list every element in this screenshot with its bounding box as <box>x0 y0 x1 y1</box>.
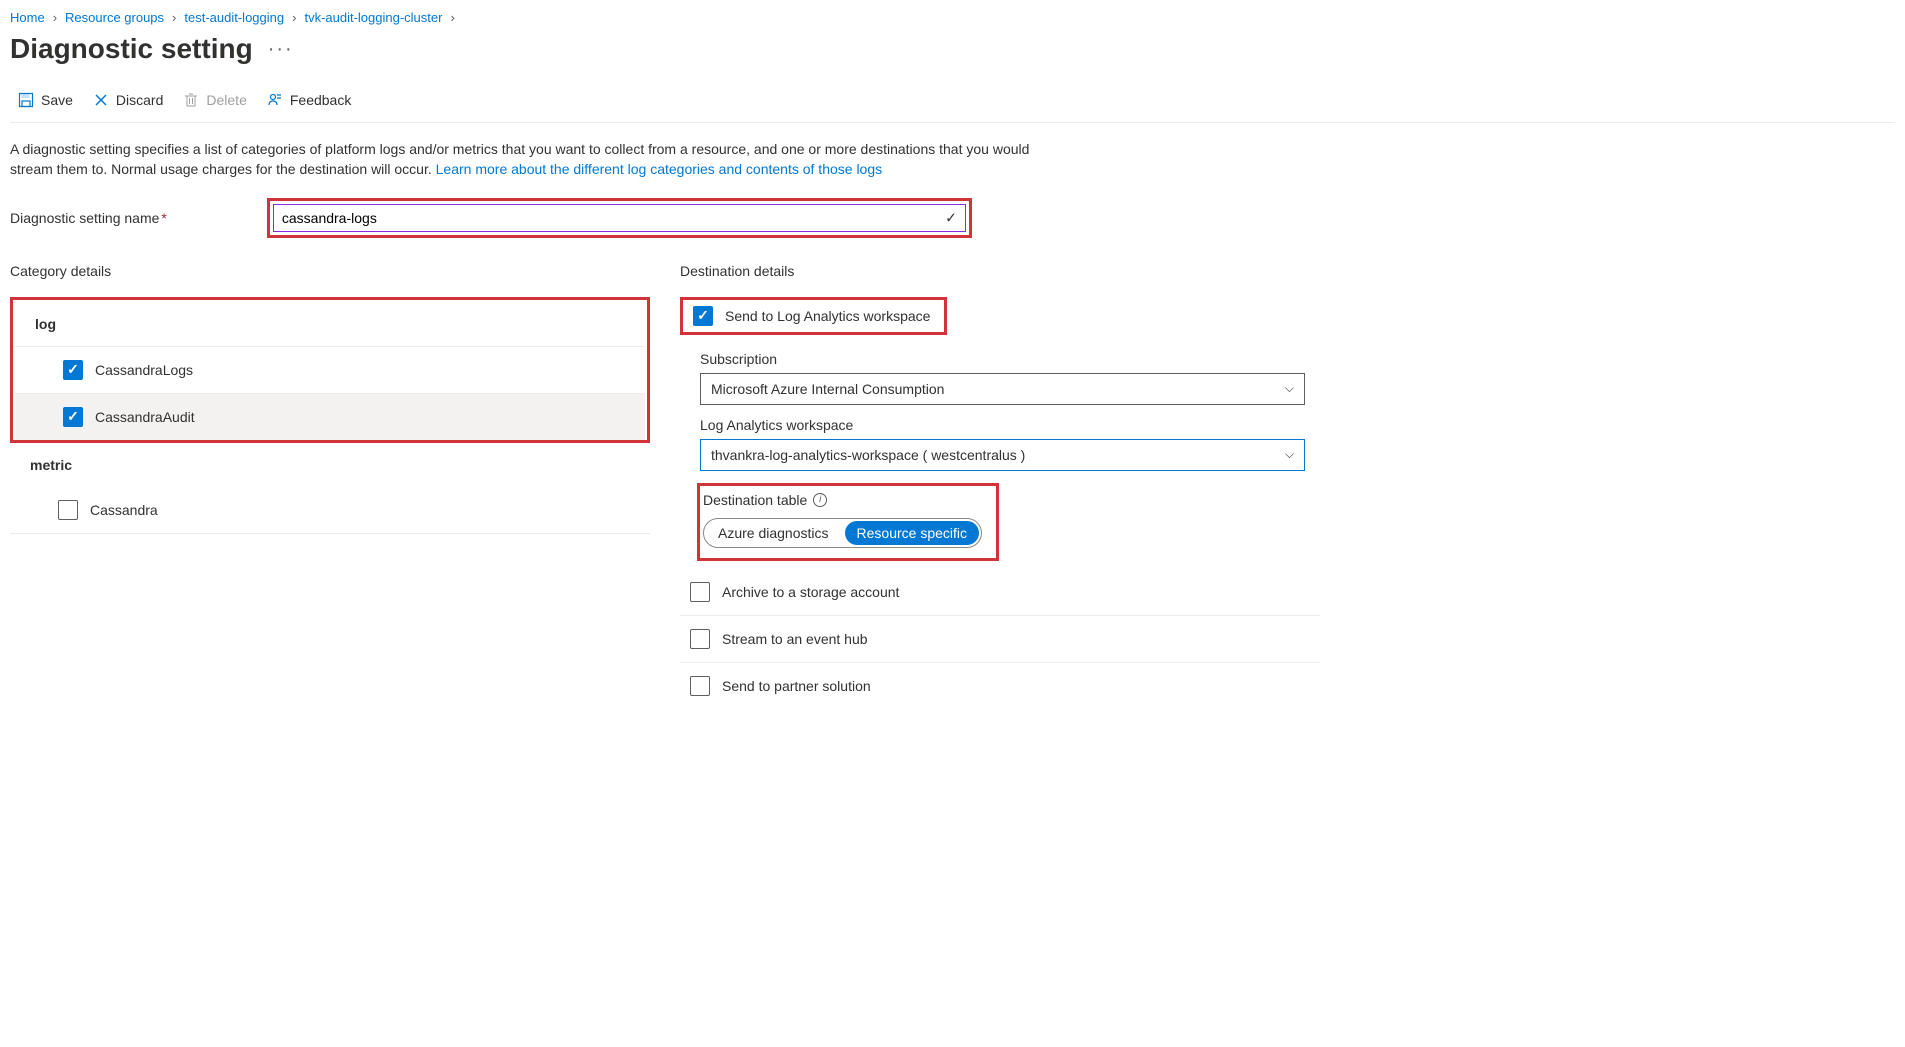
chevron-right-icon: › <box>292 10 296 25</box>
subscription-label: Subscription <box>700 351 1320 367</box>
checkbox-archive[interactable] <box>690 582 710 602</box>
chevron-down-icon: ⌵ <box>1285 381 1294 396</box>
archive-label: Archive to a storage account <box>722 584 899 600</box>
setting-name-label: Diagnostic setting name* <box>10 210 167 226</box>
page-title: Diagnostic setting <box>10 33 253 65</box>
metric-label: Cassandra <box>90 502 158 518</box>
send-law-label: Send to Log Analytics workspace <box>725 308 930 324</box>
checkbox-cassandraaudit[interactable] <box>63 407 83 427</box>
log-row-cassandralogs[interactable]: CassandraLogs <box>15 347 645 394</box>
pill-resource-specific[interactable]: Resource specific <box>845 521 980 545</box>
subscription-dropdown[interactable]: Microsoft Azure Internal Consumption ⌵ <box>700 373 1305 405</box>
checkbox-cassandra[interactable] <box>58 500 78 520</box>
checkbox-partner[interactable] <box>690 676 710 696</box>
delete-button: Delete <box>183 90 246 110</box>
checkbox-stream[interactable] <box>690 629 710 649</box>
breadcrumb: Home › Resource groups › test-audit-logg… <box>10 10 1895 25</box>
description-text: A diagnostic setting specifies a list of… <box>10 139 1060 180</box>
save-icon <box>18 92 34 108</box>
workspace-dropdown[interactable]: thvankra-log-analytics-workspace ( westc… <box>700 439 1305 471</box>
chevron-right-icon: › <box>53 10 57 25</box>
checkbox-send-law[interactable] <box>693 306 713 326</box>
discard-button[interactable]: Discard <box>93 90 163 110</box>
partner-row[interactable]: Send to partner solution <box>680 663 1320 709</box>
save-button[interactable]: Save <box>18 90 73 110</box>
destination-table-toggle[interactable]: Azure diagnostics Resource specific <box>703 518 982 548</box>
destination-table-label: Destination table <box>703 492 807 508</box>
chevron-right-icon: › <box>172 10 176 25</box>
metric-row-cassandra[interactable]: Cassandra <box>10 487 650 534</box>
info-icon[interactable]: i <box>813 493 827 507</box>
feedback-button[interactable]: Feedback <box>267 90 351 110</box>
checkbox-cassandralogs[interactable] <box>63 360 83 380</box>
workspace-label: Log Analytics workspace <box>700 417 1320 433</box>
breadcrumb-home[interactable]: Home <box>10 10 45 25</box>
breadcrumb-cluster[interactable]: tvk-audit-logging-cluster <box>304 10 442 25</box>
toolbar: Save Discard Delete Feedback <box>10 90 1895 123</box>
category-details-title: Category details <box>10 263 650 279</box>
feedback-icon <box>267 92 283 108</box>
learn-more-link[interactable]: Learn more about the different log categ… <box>436 161 882 177</box>
close-icon <box>93 92 109 108</box>
chevron-down-icon: ⌵ <box>1285 447 1294 462</box>
more-actions-button[interactable]: ··· <box>268 38 294 61</box>
partner-label: Send to partner solution <box>722 678 871 694</box>
log-row-cassandraaudit[interactable]: CassandraAudit <box>15 394 645 440</box>
pill-azure-diagnostics[interactable]: Azure diagnostics <box>704 519 843 547</box>
setting-name-input[interactable] <box>273 204 966 232</box>
log-label: CassandraAudit <box>95 409 195 425</box>
chevron-right-icon: › <box>450 10 454 25</box>
check-icon: ✓ <box>945 209 957 226</box>
destination-details-title: Destination details <box>680 263 1320 279</box>
stream-label: Stream to an event hub <box>722 631 868 647</box>
metric-group-header: metric <box>10 443 650 487</box>
log-group-header: log <box>15 302 645 347</box>
stream-row[interactable]: Stream to an event hub <box>680 616 1320 663</box>
trash-icon <box>183 92 199 108</box>
breadcrumb-resource-groups[interactable]: Resource groups <box>65 10 164 25</box>
archive-row[interactable]: Archive to a storage account <box>680 569 1320 616</box>
log-label: CassandraLogs <box>95 362 193 378</box>
breadcrumb-group[interactable]: test-audit-logging <box>184 10 284 25</box>
